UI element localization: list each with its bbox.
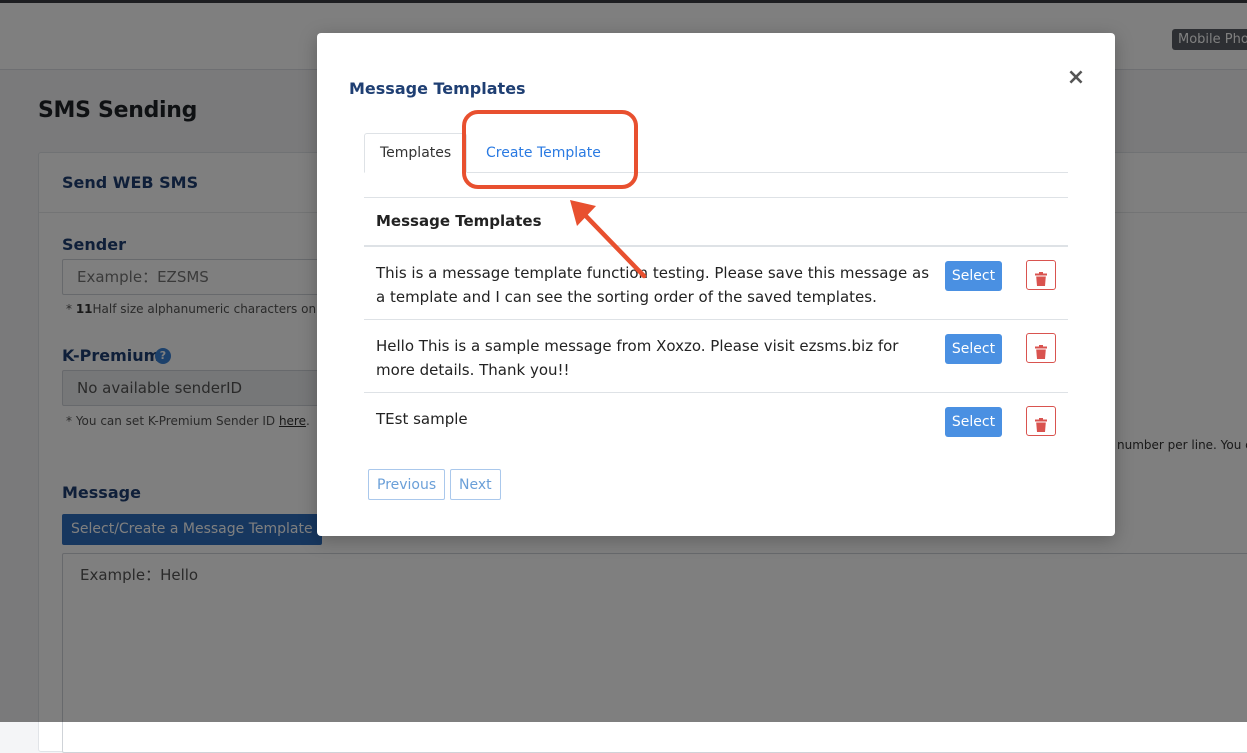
message-templates-modal: Message Templates × Templates Create Tem…	[317, 33, 1115, 536]
select-button[interactable]: Select	[945, 334, 1002, 364]
tab-templates[interactable]: Templates	[364, 133, 468, 173]
trash-icon	[1035, 417, 1047, 432]
template-text: This is a message template function test…	[376, 264, 930, 306]
modal-title: Message Templates	[349, 79, 526, 98]
table-header-label: Message Templates	[376, 212, 542, 230]
delete-button[interactable]	[1026, 333, 1056, 363]
trash-icon	[1035, 271, 1047, 286]
select-button[interactable]: Select	[945, 407, 1002, 437]
previous-button[interactable]: Previous	[368, 469, 446, 500]
table-row: Hello This is a sample message from Xoxz…	[364, 320, 1068, 393]
delete-button[interactable]	[1026, 406, 1056, 436]
table-row: This is a message template function test…	[364, 247, 1068, 320]
template-text: Hello This is a sample message from Xoxz…	[376, 337, 899, 379]
table-row: TEst sample Select	[364, 393, 1068, 466]
next-button[interactable]: Next	[450, 469, 501, 500]
select-button[interactable]: Select	[945, 261, 1002, 291]
table-header: Message Templates	[364, 198, 1068, 247]
close-icon[interactable]: ×	[1065, 67, 1087, 89]
template-text: TEst sample	[376, 410, 468, 428]
trash-icon	[1035, 344, 1047, 359]
delete-button[interactable]	[1026, 260, 1056, 290]
templates-table: Message Templates This is a message temp…	[364, 197, 1068, 466]
annotation-arrow-icon	[570, 200, 647, 279]
annotation-highlight-box	[462, 110, 638, 189]
